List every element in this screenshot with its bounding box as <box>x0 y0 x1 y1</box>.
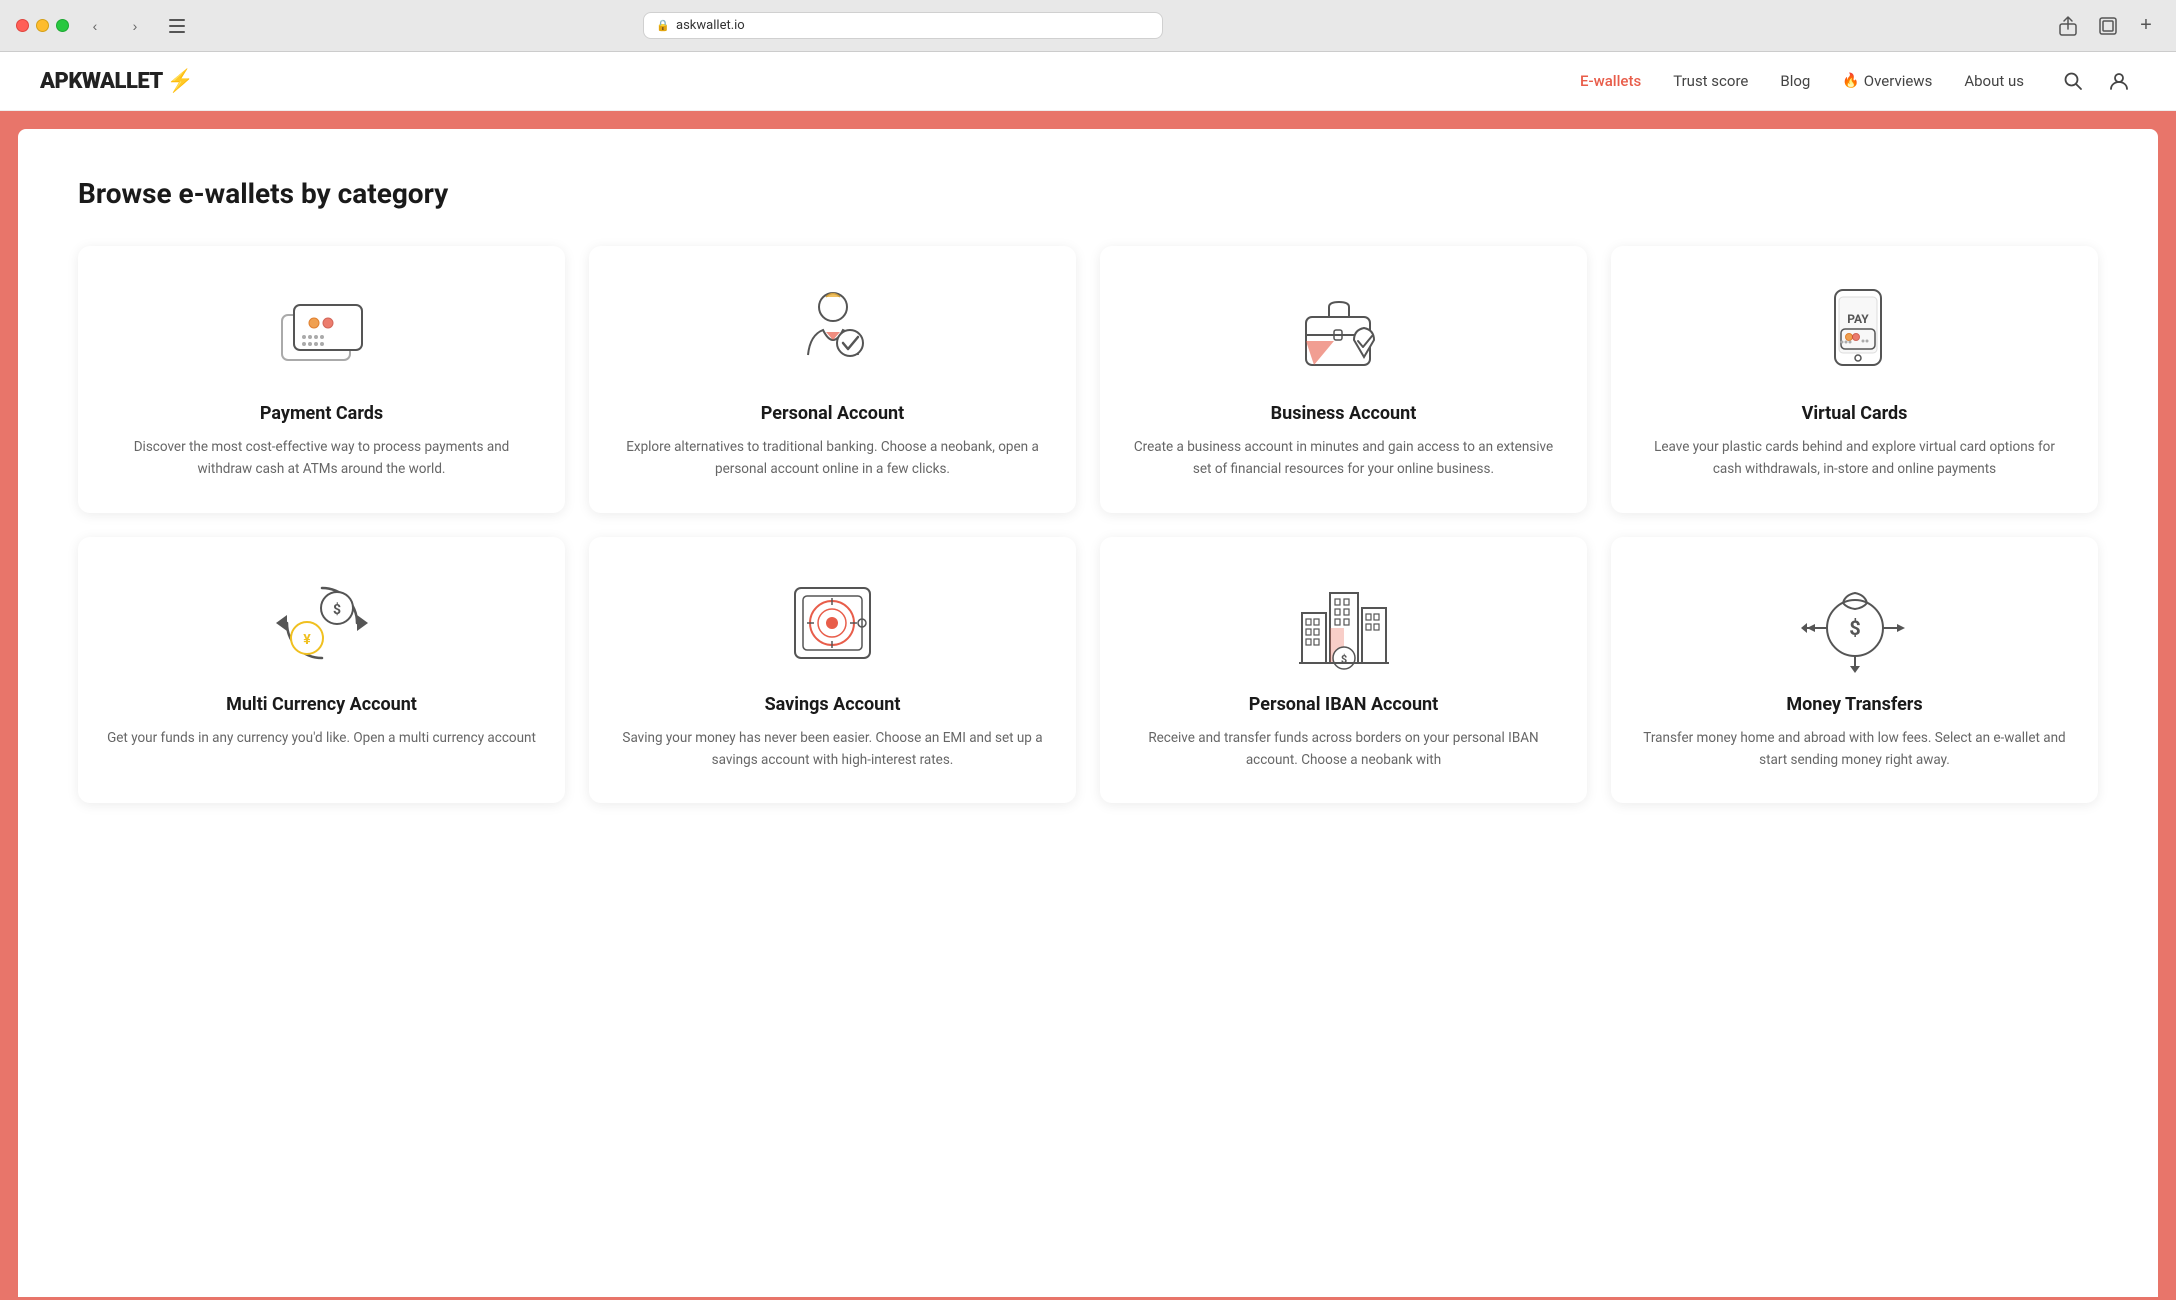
nav-about-us[interactable]: About us <box>1964 72 2024 90</box>
nav-trust-score[interactable]: Trust score <box>1673 72 1748 90</box>
card-personal-account[interactable]: Personal Account Explore alternatives to… <box>589 246 1076 513</box>
browser-forward-button[interactable]: › <box>121 12 149 40</box>
nav-actions <box>2056 64 2136 98</box>
main-content: Browse e-wallets by category <box>18 129 2158 1297</box>
nav-overviews-label: Overviews <box>1864 72 1933 90</box>
nav-links: E-wallets Trust score Blog 🔥 Overviews A… <box>1580 72 2024 90</box>
cards-row-2: $ ¥ Multi Currency Account Get your fund… <box>78 537 2098 804</box>
traffic-light-yellow[interactable] <box>36 19 49 32</box>
multi-currency-desc: Get your funds in any currency you'd lik… <box>107 728 536 750</box>
svg-text:$: $ <box>1340 653 1346 666</box>
virtual-cards-icon: PAY <box>1800 282 1910 382</box>
multi-currency-icon: $ ¥ <box>267 573 377 673</box>
user-button[interactable] <box>2102 64 2136 98</box>
payment-cards-desc: Discover the most cost-effective way to … <box>106 437 537 480</box>
browser-actions: + <box>2052 12 2160 40</box>
payment-cards-title: Payment Cards <box>260 402 383 425</box>
savings-account-desc: Saving your money has never been easier.… <box>617 728 1048 771</box>
search-button[interactable] <box>2056 64 2090 98</box>
savings-account-title: Savings Account <box>765 693 901 716</box>
business-account-desc: Create a business account in minutes and… <box>1128 437 1559 480</box>
url-text: askwallet.io <box>676 18 745 33</box>
svg-text:$: $ <box>1849 616 1860 640</box>
personal-account-icon <box>778 282 888 382</box>
lock-icon: 🔒 <box>656 19 670 32</box>
site-navigation: APKWALLET⚡ E-wallets Trust score Blog 🔥 … <box>0 52 2176 111</box>
fire-icon: 🔥 <box>1842 73 1859 89</box>
nav-blog[interactable]: Blog <box>1780 72 1810 90</box>
browser-chrome: ‹ › 🔒 askwallet.io + <box>0 0 2176 52</box>
payment-cards-icon <box>267 282 377 382</box>
money-transfers-icon: $ <box>1800 573 1910 673</box>
card-multi-currency[interactable]: $ ¥ Multi Currency Account Get your fund… <box>78 537 565 804</box>
svg-text:¥: ¥ <box>303 632 311 648</box>
business-account-title: Business Account <box>1271 402 1417 425</box>
page-title: Browse e-wallets by category <box>78 177 2098 210</box>
address-bar[interactable]: 🔒 askwallet.io <box>643 12 1163 39</box>
logo[interactable]: APKWALLET⚡ <box>40 69 194 94</box>
money-transfers-title: Money Transfers <box>1786 693 1922 716</box>
money-transfers-desc: Transfer money home and abroad with low … <box>1639 728 2070 771</box>
personal-account-title: Personal Account <box>761 402 904 425</box>
browser-back-button[interactable]: ‹ <box>81 12 109 40</box>
logo-text: APKWALLET <box>40 69 163 94</box>
traffic-light-red[interactable] <box>16 19 29 32</box>
card-personal-iban[interactable]: $ Personal IBAN Account Receive and tran… <box>1100 537 1587 804</box>
personal-iban-icon: $ <box>1289 573 1399 673</box>
add-tab-button[interactable]: + <box>2132 12 2160 40</box>
tab-view-button[interactable] <box>2092 12 2124 40</box>
card-money-transfers[interactable]: $ Money Transfers Transfer money home an <box>1611 537 2098 804</box>
card-business-account[interactable]: Business Account Create a business accou… <box>1100 246 1587 513</box>
multi-currency-title: Multi Currency Account <box>226 693 417 716</box>
sidebar-toggle-button[interactable] <box>161 12 193 40</box>
virtual-cards-desc: Leave your plastic cards behind and expl… <box>1639 437 2070 480</box>
personal-account-desc: Explore alternatives to traditional bank… <box>617 437 1048 480</box>
nav-overviews[interactable]: 🔥 Overviews <box>1842 72 1932 90</box>
card-savings-account[interactable]: Savings Account Saving your money has ne… <box>589 537 1076 804</box>
svg-text:$: $ <box>332 601 340 618</box>
virtual-cards-title: Virtual Cards <box>1802 402 1908 425</box>
traffic-light-green[interactable] <box>56 19 69 32</box>
business-account-icon <box>1289 282 1399 382</box>
cards-row-1: Payment Cards Discover the most cost-eff… <box>78 246 2098 513</box>
nav-ewallets[interactable]: E-wallets <box>1580 72 1641 90</box>
savings-account-icon <box>778 573 888 673</box>
logo-accent: ⚡ <box>167 69 194 94</box>
svg-text:PAY: PAY <box>1847 312 1869 326</box>
card-payment-cards[interactable]: Payment Cards Discover the most cost-eff… <box>78 246 565 513</box>
personal-iban-desc: Receive and transfer funds across border… <box>1128 728 1559 771</box>
card-virtual-cards[interactable]: PAY Virtual Cards <box>1611 246 2098 513</box>
traffic-lights <box>16 19 69 32</box>
personal-iban-title: Personal IBAN Account <box>1249 693 1438 716</box>
share-button[interactable] <box>2052 12 2084 40</box>
